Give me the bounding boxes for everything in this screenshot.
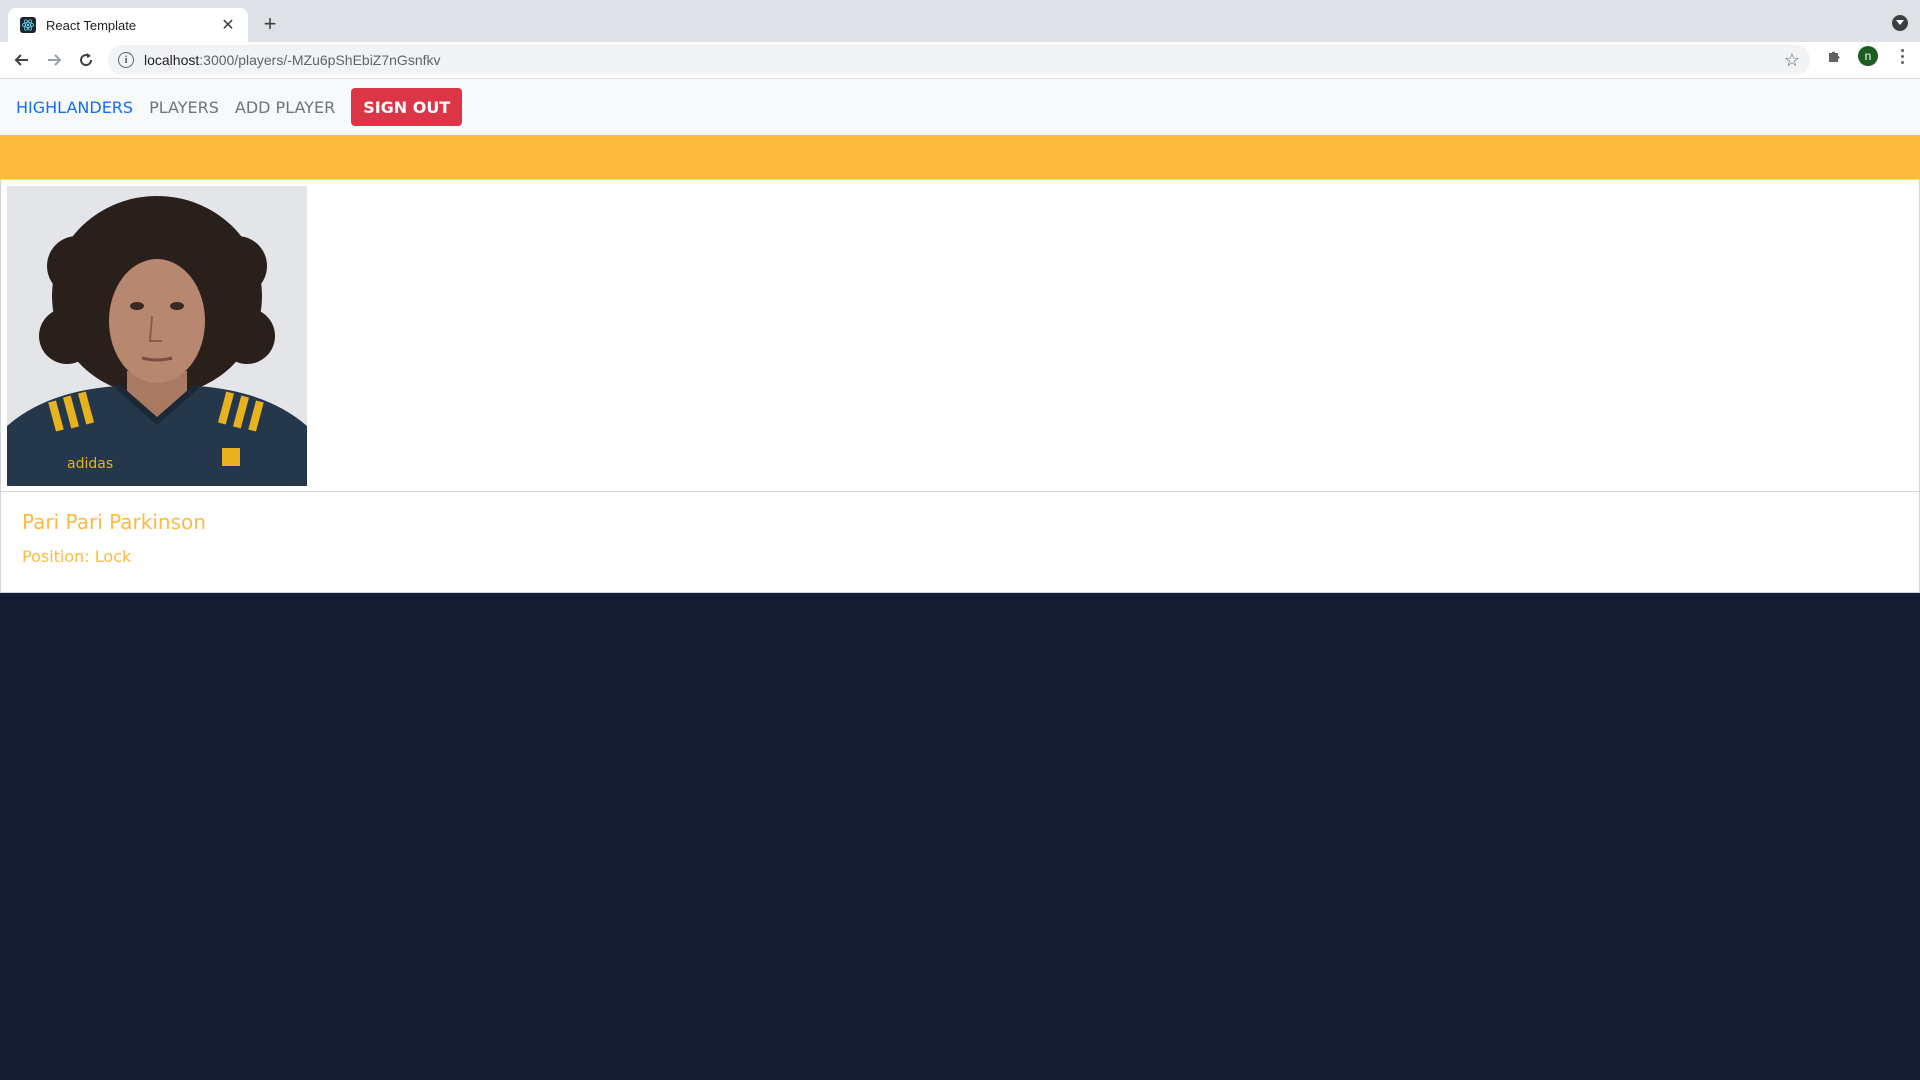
forward-arrow-icon[interactable] [40,46,68,74]
extensions-puzzle-icon[interactable] [1824,46,1844,66]
player-position: Position: Lock [22,547,206,566]
address-bar[interactable]: i localhost:3000/players/-MZu6pShEbiZ7nG… [108,45,1810,75]
url-host: localhost [144,52,200,68]
tab-close-icon[interactable]: ✕ [218,15,238,35]
bookmark-star-icon[interactable]: ☆ [1784,50,1800,71]
nav-link-add-player[interactable]: ADD PLAYER [227,98,343,117]
player-photo: adidas [7,186,307,486]
back-arrow-icon[interactable] [8,46,36,74]
react-favicon-icon [20,17,36,33]
tab-search-icon[interactable] [1892,15,1908,31]
browser-tab[interactable]: React Template ✕ [8,8,248,42]
position-value: Lock [94,547,132,566]
player-name: Pari Pari Parkinson [22,510,206,534]
new-tab-plus-icon[interactable]: + [258,11,282,36]
site-info-icon[interactable]: i [118,52,134,68]
profile-avatar[interactable]: n [1858,46,1878,66]
tab-title: React Template [46,17,137,33]
header-banner [0,135,1920,179]
browser-toolbar: i localhost:3000/players/-MZu6pShEbiZ7nG… [0,42,1920,78]
app-navbar: HIGHLANDERS PLAYERS ADD PLAYER SIGN OUT [0,79,1920,135]
browser-menu-icon[interactable] [1892,46,1912,66]
nav-link-players[interactable]: PLAYERS [141,98,227,117]
card-divider [1,491,1919,492]
reload-icon[interactable] [72,46,100,74]
url-text: localhost:3000/players/-MZu6pShEbiZ7nGsn… [144,52,1784,68]
brand-link[interactable]: HIGHLANDERS [16,98,133,117]
browser-tab-strip: React Template ✕ + [0,0,1920,42]
jersey-logo-text: adidas [67,456,113,472]
card-body: Pari Pari Parkinson Position: Lock [22,510,206,566]
position-label: Position: [22,547,90,566]
player-card: adidas Pari Pari Parkinson Position: Loc… [0,179,1920,593]
sign-out-button[interactable]: SIGN OUT [351,88,463,126]
url-path: :3000/players/-MZu6pShEbiZ7nGsnfkv [199,52,441,68]
toolbar-actions: n [1824,46,1912,66]
